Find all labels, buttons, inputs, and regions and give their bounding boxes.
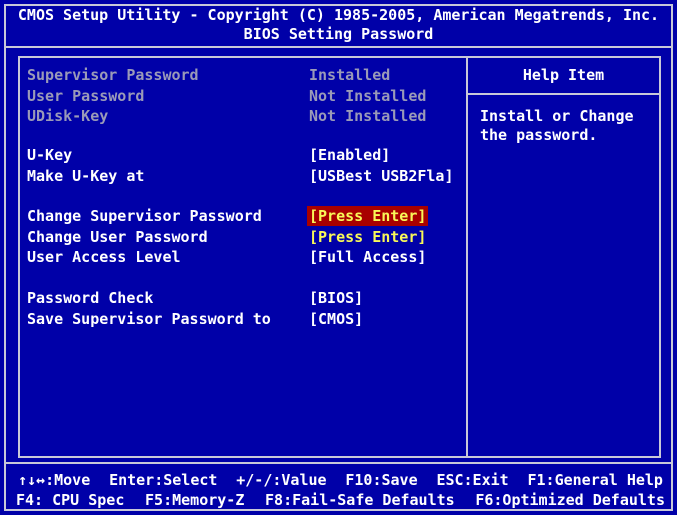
setting-label: Save Supervisor Password to [27,310,271,328]
key-optimized-hint: F6:Optimized Defaults [475,491,665,509]
setting-value: Not Installed [309,87,427,105]
header-divider [6,46,671,48]
setting-label: Password Check [27,289,154,307]
key-legend-line-2: F4: CPU Spec F5:Memory-Z F8:Fail-Safe De… [6,490,671,510]
setting-label: Supervisor Password [27,66,199,84]
key-exit-hint: ESC:Exit [436,471,509,489]
help-text: Install or Change the password. [480,107,634,144]
help-title: Help Item [522,66,605,84]
setting-label: User Password [27,87,145,105]
header-title: CMOS Setup Utility - Copyright (C) 1985-… [17,6,660,24]
setting-value[interactable]: [BIOS] [309,288,363,308]
setting-label: User Access Level [27,248,181,266]
setting-value: Installed [309,66,391,84]
setting-label: Change Supervisor Password [27,207,262,225]
key-select-hint: Enter:Select [109,471,218,489]
setting-value: Not Installed [309,107,427,125]
setting-label: U-Key [27,146,73,164]
key-fail-safe-hint: F8:Fail-Safe Defaults [265,491,455,509]
panel-divider [466,56,468,458]
key-cpu-spec-hint: F4: CPU Spec [16,491,125,509]
setting-label: UDisk-Key [27,107,109,125]
page-title: BIOS Setting Password [243,25,434,43]
key-help-hint: F1:General Help [527,471,663,489]
key-value-hint: +/-/:Value [236,471,327,489]
footer-divider [6,462,671,464]
key-legend-line-1: ↑↓↔:Move Enter:Select +/-/:Value F10:Sav… [6,470,671,490]
header: CMOS Setup Utility - Copyright (C) 1985-… [6,6,671,46]
key-memory-z-hint: F5:Memory-Z [145,491,245,509]
setting-label: Change User Password [27,228,208,246]
setting-value[interactable]: [CMOS] [309,309,363,329]
setting-label: Make U-Key at [27,167,145,185]
help-divider [468,93,659,95]
key-legend: ↑↓↔:Move Enter:Select +/-/:Value F10:Sav… [6,470,671,510]
press-enter-button[interactable]: [Press Enter] [307,206,429,226]
setting-value[interactable]: [USBest USB2Fla] [309,166,454,186]
key-save-hint: F10:Save [345,471,418,489]
setting-value[interactable]: [Full Access] [309,247,426,267]
setting-value[interactable]: [Enabled] [309,145,390,165]
press-enter-button[interactable]: [Press Enter] [309,227,426,247]
key-move-hint: ↑↓↔:Move [18,471,91,489]
